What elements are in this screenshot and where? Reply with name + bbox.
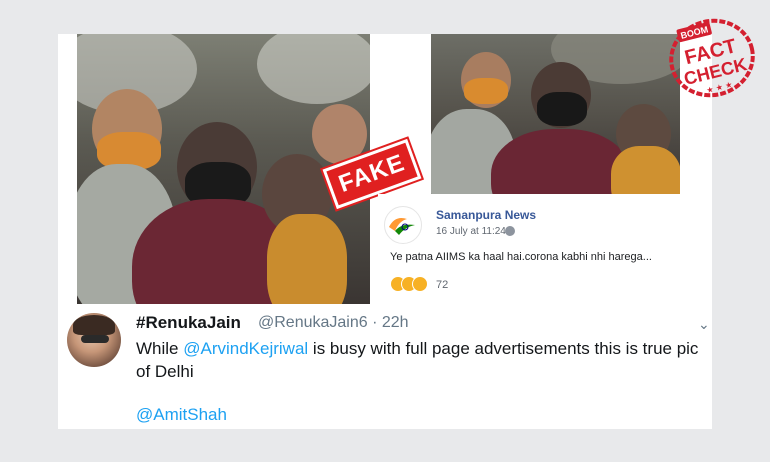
globe-icon xyxy=(505,226,515,236)
post-text: Ye patna AIIMS ka haal hai.corona kabhi … xyxy=(390,251,652,263)
chevron-down-icon[interactable]: ⌄ xyxy=(698,316,710,333)
samanpura-logo-icon xyxy=(386,208,420,242)
tweet-handle[interactable]: @RenukaJain6 · 22h xyxy=(258,314,409,332)
facebook-post: Samanpura News 16 July at 11:24 · Ye pat… xyxy=(378,194,712,304)
crowd-photo-right xyxy=(431,34,680,194)
post-timestamp[interactable]: 16 July at 11:24 · xyxy=(436,226,512,237)
tweet: #RenukaJain @RenukaJain6 · 22h ⌄ While @… xyxy=(58,304,712,429)
mention-link[interactable]: @ArvindKejriwal xyxy=(183,339,308,358)
avatar[interactable] xyxy=(67,313,121,367)
page-avatar[interactable] xyxy=(384,206,422,244)
wow-reaction-icon xyxy=(412,276,428,292)
page-name[interactable]: Samanpura News xyxy=(436,208,536,222)
tweet-text: While @ArvindKejriwal is busy with full … xyxy=(136,337,706,383)
tweet-author-name[interactable]: #RenukaJain xyxy=(136,313,241,333)
mention-link[interactable]: @AmitShah xyxy=(136,405,227,425)
boom-fact-check-badge: BOOM FACT CHECK ★ ★ ★ xyxy=(669,18,755,98)
reaction-count[interactable]: 72 xyxy=(436,279,448,291)
tweet-text-part1: While xyxy=(136,339,184,358)
fact-check-collage: FAKE Samanpura News 16 July at 11:24 · Y… xyxy=(0,0,770,462)
